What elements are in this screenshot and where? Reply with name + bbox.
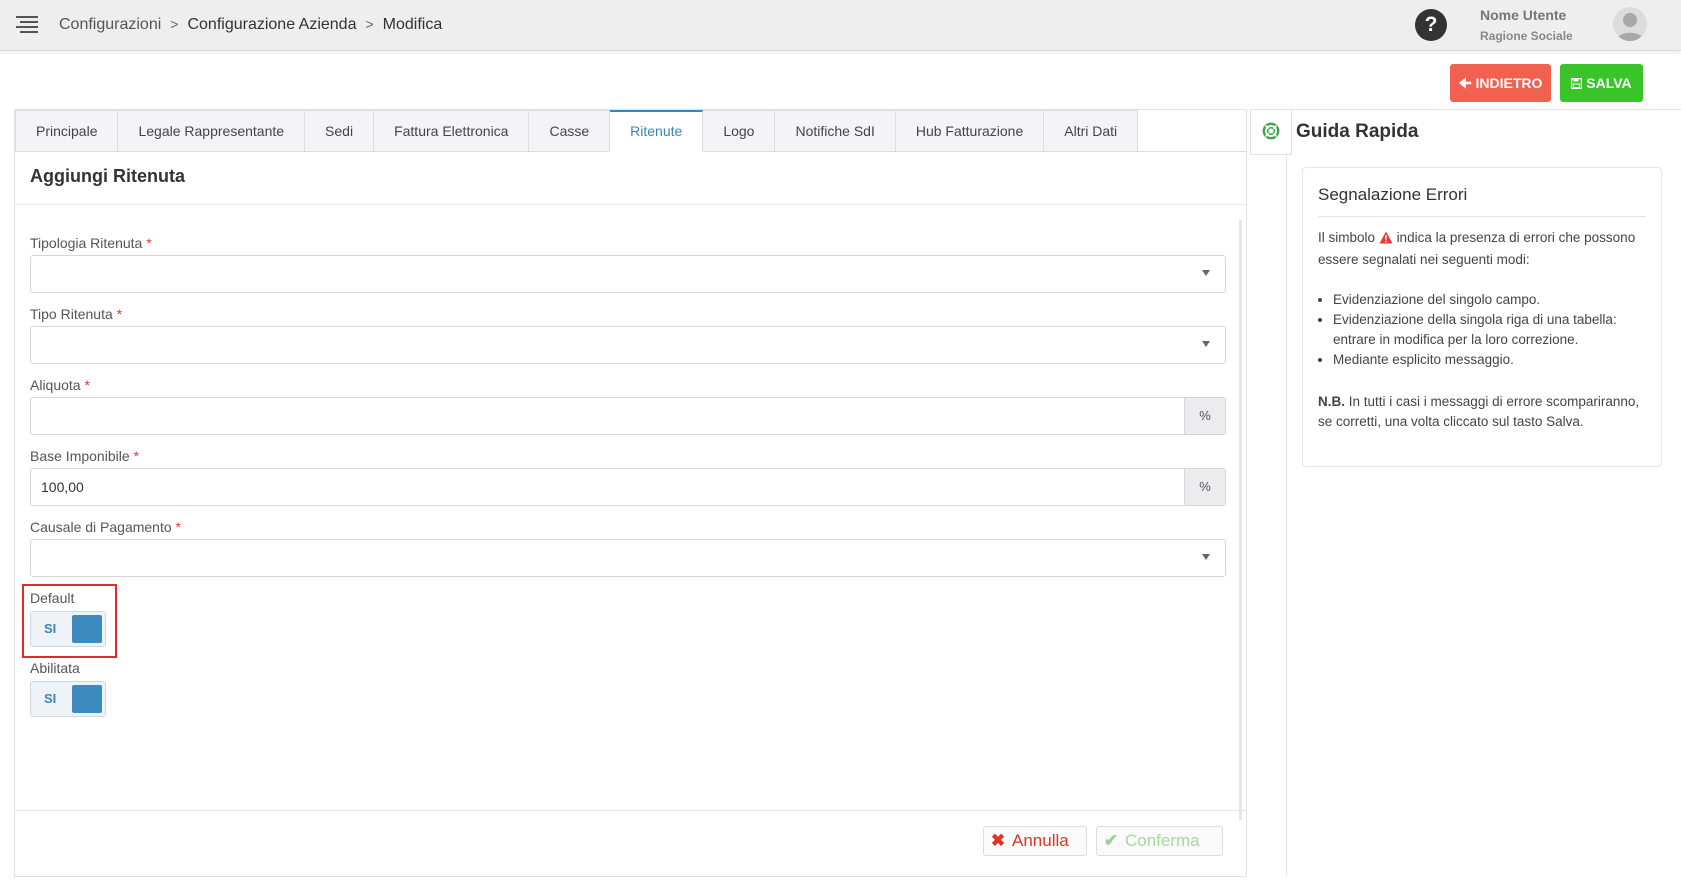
required-mark: *	[146, 235, 152, 251]
tipologia-ritenuta-select[interactable]	[30, 255, 1226, 293]
tab-hub-fatturazione[interactable]: Hub Fatturazione	[895, 110, 1045, 152]
causale-pagamento-select[interactable]	[30, 539, 1226, 577]
chevron-down-icon	[1202, 554, 1210, 560]
error-modes-list: Evidenziazione del singolo campo. Eviden…	[1318, 290, 1663, 370]
card-note: N.B. In tutti i casi i messaggi di error…	[1318, 392, 1648, 432]
tipo-ritenuta-select[interactable]	[30, 326, 1226, 364]
back-button[interactable]: 🠈 INDIETRO	[1450, 64, 1551, 102]
user-name: Nome Utente	[1480, 7, 1567, 23]
tab-principale[interactable]: Principale	[15, 110, 119, 152]
guide-divider	[1286, 154, 1287, 876]
guide-header-icon-box[interactable]	[1250, 110, 1292, 155]
base-imponibile-label-text: Base Imponibile	[30, 448, 130, 464]
breadcrumb-configurazione-azienda[interactable]: Configurazione Azienda	[187, 16, 356, 33]
abilitata-label: Abilitata	[30, 660, 80, 676]
hamburger-menu-icon[interactable]	[16, 16, 38, 34]
tab-sedi[interactable]: Sedi	[305, 110, 375, 152]
card-intro: Il simbolo indica la presenza di errori …	[1318, 228, 1648, 270]
card-intro-before: Il simbolo	[1318, 230, 1376, 245]
required-mark: *	[133, 448, 139, 464]
close-icon: ✖	[990, 831, 1006, 850]
base-imponibile-percent-addon: %	[1184, 469, 1225, 505]
scrollbar[interactable]	[1239, 220, 1242, 820]
tab-fattura-elettronica[interactable]: Fattura Elettronica	[374, 110, 530, 152]
aliquota-label-text: Aliquota	[30, 377, 81, 393]
conferma-button[interactable]: ✔ Conferma	[1096, 826, 1223, 856]
chevron-down-icon	[1202, 341, 1210, 347]
list-item: Evidenziazione della singola riga di una…	[1333, 310, 1663, 350]
arrow-left-icon: 🠈	[1458, 75, 1472, 91]
base-imponibile-label: Base Imponibile *	[30, 448, 139, 464]
annulla-button-label: Annulla	[1012, 831, 1069, 850]
main-panel: Principale Legale Rappresentante Sedi Fa…	[14, 109, 1247, 877]
tipo-ritenuta-label-text: Tipo Ritenuta	[30, 306, 113, 322]
error-guide-card: Segnalazione Errori Il simbolo indica la…	[1302, 167, 1662, 467]
note-label: N.B.	[1318, 394, 1345, 409]
tipologia-ritenuta-label-text: Tipologia Ritenuta	[30, 235, 143, 251]
user-company: Ragione Sociale	[1480, 29, 1573, 43]
help-icon[interactable]: ?	[1415, 9, 1447, 41]
default-toggle-label: SI	[44, 621, 57, 636]
conferma-button-label: Conferma	[1125, 831, 1200, 850]
chevron-down-icon	[1202, 270, 1210, 276]
base-imponibile-value: 100,00	[41, 479, 84, 495]
toggle-knob	[72, 615, 102, 643]
back-button-label: INDIETRO	[1475, 75, 1543, 91]
floppy-disk-icon	[1571, 75, 1586, 91]
tipologia-ritenuta-label: Tipologia Ritenuta *	[30, 235, 152, 251]
toggle-knob	[72, 685, 102, 713]
tab-notifiche-sdi[interactable]: Notifiche SdI	[775, 110, 896, 152]
guide-panel: Guida Rapida Segnalazione Errori Il simb…	[1250, 109, 1681, 876]
top-bar: Configurazioni > Configurazione Azienda > Mo…	[0, 0, 1681, 51]
causale-pagamento-label: Causale di Pagamento *	[30, 519, 181, 535]
breadcrumb-separator-icon: >	[365, 16, 374, 32]
tab-altri-dati[interactable]: Altri Dati	[1044, 110, 1139, 152]
abilitata-toggle-label: SI	[44, 691, 57, 706]
tab-legale-rappresentante[interactable]: Legale Rappresentante	[118, 110, 306, 152]
annulla-button[interactable]: ✖ Annulla	[983, 826, 1087, 856]
breadcrumb-modifica: Modifica	[382, 16, 443, 33]
save-button-label: SALVA	[1586, 75, 1632, 91]
required-mark: *	[116, 306, 123, 322]
breadcrumb-configurazioni[interactable]: Configurazioni	[59, 16, 161, 33]
base-imponibile-input[interactable]: 100,00 %	[30, 468, 1226, 506]
card-title: Segnalazione Errori	[1318, 185, 1468, 204]
list-item: Evidenziazione del singolo campo.	[1333, 290, 1663, 310]
save-button[interactable]: SALVA	[1560, 64, 1643, 102]
avatar-icon[interactable]	[1613, 7, 1647, 41]
aliquota-label: Aliquota *	[30, 377, 90, 393]
footer-divider	[15, 810, 1246, 811]
required-mark: *	[175, 519, 181, 535]
tipo-ritenuta-label: Tipo Ritenuta *	[30, 306, 122, 322]
form-title: Aggiungi Ritenuta	[30, 166, 185, 186]
card-divider	[1318, 216, 1646, 217]
aliquota-percent-addon: %	[1184, 398, 1225, 434]
aliquota-input[interactable]: %	[30, 397, 1226, 435]
default-toggle[interactable]: SI	[30, 611, 106, 647]
abilitata-toggle[interactable]: SI	[30, 681, 106, 717]
form-title-divider	[15, 204, 1246, 205]
check-icon: ✔	[1103, 831, 1119, 850]
lifebuoy-icon	[1262, 122, 1280, 145]
causale-pagamento-label-text: Causale di Pagamento	[30, 519, 172, 535]
warning-icon	[1379, 230, 1393, 250]
required-mark: *	[84, 377, 90, 393]
tab-casse[interactable]: Casse	[529, 110, 611, 152]
list-item: Mediante esplicito messaggio.	[1333, 350, 1663, 370]
breadcrumb-separator-icon: >	[170, 16, 179, 32]
note-text: In tutti i casi i messaggi di errore sco…	[1318, 394, 1640, 429]
guide-title: Guida Rapida	[1296, 121, 1419, 142]
breadcrumb: Configurazioni > Configurazione Azienda > Mo…	[59, 16, 442, 34]
tab-logo[interactable]: Logo	[703, 110, 776, 152]
default-label: Default	[30, 590, 75, 606]
tab-bar: Principale Legale Rappresentante Sedi Fa…	[15, 110, 1139, 152]
tab-ritenute[interactable]: Ritenute	[610, 110, 704, 152]
